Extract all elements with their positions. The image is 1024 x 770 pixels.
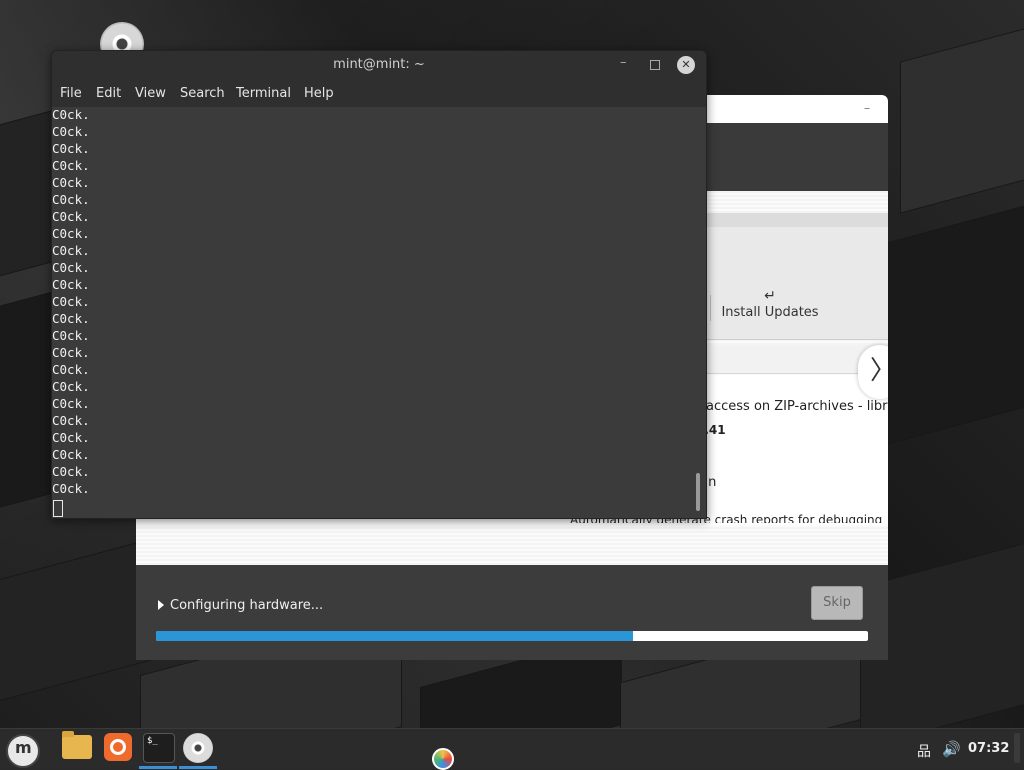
terminal-line: C0ck. [52, 345, 90, 360]
terminal-line: C0ck. [52, 328, 90, 343]
toolbar-separator [710, 295, 711, 321]
status-text: Configuring hardware... [170, 598, 324, 613]
show-desktop-button[interactable] [1014, 733, 1020, 763]
terminal-line: C0ck. [52, 158, 90, 173]
minimize-icon[interactable]: – [620, 55, 627, 70]
terminal-line: C0ck. [52, 277, 90, 292]
terminal-icon[interactable]: $_ [143, 733, 175, 763]
package-description: access on ZIP-archives - library [706, 399, 888, 414]
volume-icon[interactable]: 🔊 [942, 740, 961, 758]
terminal-scrollbar[interactable] [696, 473, 700, 511]
menu-search[interactable]: Search [180, 86, 225, 101]
network-icon[interactable]: 品 [917, 741, 931, 761]
taskbar: m $_ 品 🔊 07:32 [0, 728, 1024, 770]
firefox-icon[interactable] [104, 733, 132, 761]
close-icon[interactable]: ✕ [677, 56, 695, 74]
terminal-line: C0ck. [52, 209, 90, 224]
terminal-line: C0ck. [52, 481, 90, 496]
terminal-line: C0ck. [52, 175, 90, 190]
install-updates-icon: ↵ [764, 288, 776, 304]
skip-button[interactable]: Skip [811, 586, 863, 620]
menu-edit[interactable]: Edit [96, 86, 121, 101]
terminal-menubar: File Edit View Search Terminal Help [52, 79, 706, 107]
menu-file[interactable]: File [60, 86, 82, 101]
install-updates-button: ↵ Install Updates [716, 287, 824, 320]
install-updates-label: Install Updates [721, 305, 819, 320]
terminal-titlebar[interactable]: mint@mint: ~ [52, 51, 706, 79]
terminal-line: C0ck. [52, 243, 90, 258]
terminal-line: C0ck. [52, 294, 90, 309]
terminal-output[interactable]: C0ck. C0ck. C0ck. C0ck. C0ck. C0ck. C0ck. C0ck.… [52, 107, 706, 518]
minimize-icon[interactable]: – [864, 101, 876, 115]
menu-help[interactable]: Help [304, 86, 334, 101]
terminal-window: mint@mint: ~ – ✕ File Edit View Search T… [51, 50, 707, 519]
files-icon[interactable] [62, 731, 92, 759]
menu-view[interactable]: View [135, 86, 166, 101]
terminal-title: mint@mint: ~ [333, 57, 425, 72]
terminal-line: C0ck. [52, 260, 90, 275]
terminal-line: C0ck. [52, 226, 90, 241]
terminal-line: C0ck. [52, 430, 90, 445]
menu-terminal[interactable]: Terminal [236, 86, 291, 101]
terminal-line: C0ck. [52, 447, 90, 462]
terminal-line: C0ck. [52, 192, 90, 207]
terminal-line: C0ck. [52, 379, 90, 394]
mint-menu-icon[interactable]: m [6, 734, 40, 768]
progress-bar [156, 631, 868, 641]
progress-fill [156, 631, 634, 641]
terminal-line: C0ck. [52, 311, 90, 326]
terminal-line: C0ck. [52, 413, 90, 428]
expander-icon[interactable] [158, 600, 164, 610]
terminal-line: C0ck. [52, 141, 90, 156]
terminal-line: C0ck. [52, 396, 90, 411]
maximize-icon[interactable] [650, 60, 660, 70]
status-row[interactable]: Configuring hardware... [158, 598, 323, 613]
color-picker-icon[interactable] [432, 748, 454, 770]
terminal-line: C0ck. [52, 362, 90, 377]
clock[interactable]: 07:32 [968, 741, 1009, 756]
terminal-line: C0ck. [52, 107, 90, 122]
next-slide-button[interactable]: 〉 [858, 345, 888, 399]
installer-icon[interactable] [183, 733, 213, 763]
terminal-line: C0ck. [52, 464, 90, 479]
terminal-line: C0ck. [52, 124, 90, 139]
text-cursor [53, 500, 63, 517]
